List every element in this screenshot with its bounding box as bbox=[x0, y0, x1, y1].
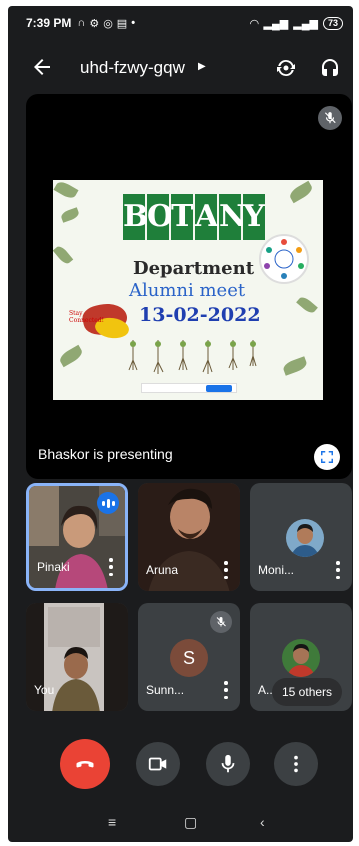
more-options-button[interactable] bbox=[274, 742, 318, 786]
call-controls bbox=[8, 738, 353, 794]
gear-notif-icon: ⚙ bbox=[89, 17, 100, 30]
battery-icon: 73 bbox=[322, 16, 343, 30]
participant-tile-sunn[interactable]: S Sunn... bbox=[138, 603, 240, 711]
shared-slide: B O T A N Y Department Alumni meet 13-02… bbox=[53, 180, 323, 400]
headphone-notif-icon: ∩ bbox=[77, 17, 86, 29]
meeting-code[interactable]: uhd-fzwy-gqw bbox=[80, 58, 185, 78]
home-icon[interactable]: ▢ bbox=[184, 814, 197, 831]
participant-name: Moni... bbox=[258, 563, 295, 577]
status-bar: 7:39 PM ∩ ⚙ ◎ ▤ • ◠ ▂▄▆ ▂▄▆ 73 bbox=[8, 6, 353, 40]
leaf-decoration bbox=[281, 356, 309, 376]
participant-name: Pinaki bbox=[37, 560, 70, 574]
phone-hangup-icon bbox=[76, 761, 94, 768]
slide-letter: N bbox=[219, 194, 246, 240]
fullscreen-button[interactable] bbox=[314, 444, 340, 470]
slide-department: Department bbox=[133, 258, 255, 279]
presenter-mic-off-icon bbox=[318, 106, 342, 130]
others-count-chip[interactable]: 15 others bbox=[272, 678, 343, 706]
alumni-logo-icon bbox=[264, 239, 304, 279]
doc-notif-icon: ▤ bbox=[116, 17, 128, 30]
end-call-button[interactable] bbox=[60, 739, 110, 789]
arrow-left-icon[interactable] bbox=[30, 55, 54, 79]
microphone-toggle-button[interactable] bbox=[206, 742, 250, 786]
participant-tile-you[interactable]: You bbox=[26, 603, 128, 711]
video-camera-icon bbox=[148, 757, 167, 771]
chevron-right-icon[interactable]: ▶ bbox=[198, 61, 206, 72]
leaf-decoration bbox=[53, 244, 74, 266]
status-time: 7:39 PM bbox=[26, 16, 72, 30]
participant-tile-aruna[interactable]: Aruna bbox=[138, 483, 240, 591]
slide-letter: Y bbox=[243, 194, 265, 240]
participant-name: Aruna bbox=[146, 563, 179, 577]
more-vertical-icon bbox=[294, 755, 298, 773]
signal-2-icon: ▂▄▆ bbox=[293, 17, 318, 30]
notification-icons: ∩ ⚙ ◎ ▤ • bbox=[77, 17, 135, 30]
participant-tile-moni[interactable]: Moni... bbox=[250, 483, 352, 591]
dot-notif-icon: • bbox=[131, 17, 136, 29]
slide-date: 13-02-2022 bbox=[139, 304, 261, 326]
leaf-decoration bbox=[296, 294, 318, 316]
participant-tile-pinaki[interactable]: Pinaki bbox=[26, 483, 128, 591]
recents-icon[interactable]: ≡ bbox=[108, 814, 116, 830]
participant-name: You bbox=[34, 683, 55, 697]
stay-connected-text: Stay Connected! bbox=[69, 310, 105, 324]
more-vertical-icon[interactable] bbox=[222, 561, 230, 579]
leaf-decoration bbox=[59, 207, 81, 223]
leaf-decoration bbox=[53, 180, 79, 201]
more-vertical-icon[interactable] bbox=[222, 681, 230, 699]
headset-icon[interactable] bbox=[318, 56, 342, 80]
fullscreen-icon bbox=[321, 451, 333, 463]
avatar-letter: S bbox=[170, 639, 208, 677]
slide-notification-bar bbox=[141, 383, 237, 393]
slide-letter: O bbox=[147, 194, 173, 240]
signal-icon: ▂▄▆ bbox=[263, 17, 289, 30]
speaking-indicator-icon bbox=[97, 492, 119, 514]
slide-letter: A bbox=[195, 194, 218, 240]
back-nav-icon[interactable]: ‹ bbox=[260, 814, 265, 830]
presenting-label: Bhaskor is presenting bbox=[38, 446, 173, 462]
avatar bbox=[282, 639, 320, 677]
slide-event: Alumni meet bbox=[129, 280, 246, 301]
whatsapp-notif-icon: ◎ bbox=[103, 17, 113, 30]
slide-letter: T bbox=[171, 194, 193, 240]
more-vertical-icon[interactable] bbox=[334, 561, 342, 579]
avatar bbox=[286, 519, 324, 557]
participant-name: Sunn... bbox=[146, 683, 185, 697]
mic-off-icon bbox=[210, 611, 232, 633]
slide-title-botany: B O T A N Y bbox=[123, 194, 265, 240]
system-icons: ◠ ▂▄▆ ▂▄▆ 73 bbox=[250, 16, 343, 30]
alumni-logo bbox=[259, 234, 309, 284]
switch-camera-icon[interactable] bbox=[274, 56, 298, 80]
microphone-icon bbox=[221, 754, 235, 773]
phone-screen: 7:39 PM ∩ ⚙ ◎ ▤ • ◠ ▂▄▆ ▂▄▆ 73 uhd-fzwy-… bbox=[8, 6, 353, 842]
wifi-icon: ◠ bbox=[250, 17, 259, 30]
slide-letter: B bbox=[123, 194, 148, 240]
presentation-view[interactable]: B O T A N Y Department Alumni meet 13-02… bbox=[26, 94, 352, 479]
meeting-header: uhd-fzwy-gqw ▶ bbox=[8, 46, 353, 90]
stay-connected-graphic: Stay Connected! bbox=[67, 298, 131, 344]
plant-roots-graphic bbox=[128, 340, 257, 374]
camera-toggle-button[interactable] bbox=[136, 742, 180, 786]
slide-bar-button bbox=[206, 385, 232, 392]
system-navigation-bar: ≡ ▢ ‹ bbox=[8, 806, 353, 842]
leaf-decoration bbox=[57, 344, 85, 368]
more-vertical-icon[interactable] bbox=[107, 558, 115, 576]
leaf-decoration bbox=[287, 180, 315, 204]
